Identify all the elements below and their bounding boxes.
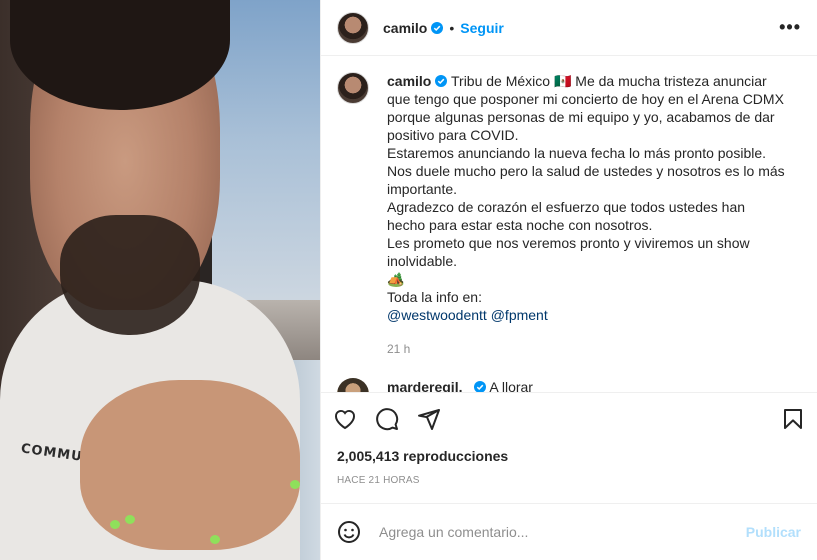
action-bar bbox=[321, 392, 817, 445]
caption-emoji: 🏕️ bbox=[387, 271, 405, 287]
fingernail bbox=[290, 480, 300, 489]
caption-body: camilo Tribu de México 🇲🇽 Me da mucha tr… bbox=[387, 72, 787, 358]
emoji-icon[interactable] bbox=[337, 520, 361, 544]
more-options-icon[interactable]: ••• bbox=[779, 17, 801, 38]
heart-icon[interactable] bbox=[333, 407, 357, 431]
commenter-username[interactable]: marderegil._ bbox=[387, 379, 470, 392]
comments-section[interactable]: camilo Tribu de México 🇲🇽 Me da mucha tr… bbox=[321, 56, 817, 392]
save-icon[interactable] bbox=[781, 407, 805, 431]
comment-body: A llorar bbox=[489, 379, 533, 392]
mention-link[interactable]: @westwoodentt bbox=[387, 307, 487, 323]
comment-input[interactable] bbox=[377, 523, 746, 541]
caption: camilo Tribu de México 🇲🇽 Me da mucha tr… bbox=[337, 72, 801, 358]
caption-line: Nos duele mucho pero la salud de ustedes… bbox=[387, 163, 785, 197]
follow-button[interactable]: Seguir bbox=[460, 20, 504, 36]
publish-button[interactable]: Publicar bbox=[746, 524, 801, 540]
comment-text: marderegil._ A llorar bbox=[387, 378, 533, 392]
caption-line: Estaremos anunciando la nueva fecha lo m… bbox=[387, 145, 767, 161]
person-beard bbox=[60, 215, 200, 335]
header-separator: • bbox=[449, 19, 455, 36]
share-icon[interactable] bbox=[417, 407, 441, 431]
view-count[interactable]: 2,005,413 reproducciones bbox=[321, 445, 817, 467]
comment-composer: Publicar bbox=[321, 503, 817, 560]
verified-badge-icon bbox=[474, 381, 487, 392]
author-username[interactable]: camilo bbox=[383, 20, 427, 36]
caption-username[interactable]: camilo bbox=[387, 73, 431, 89]
caption-line: Tribu de México 🇲🇽 Me da mucha tristeza … bbox=[387, 73, 784, 143]
caption-line: Toda la info en: bbox=[387, 289, 482, 305]
commenter-avatar[interactable] bbox=[337, 378, 369, 392]
fingernail bbox=[110, 520, 120, 529]
comment-item: marderegil._ A llorar bbox=[337, 378, 801, 392]
caption-avatar[interactable] bbox=[337, 72, 369, 104]
comment-icon[interactable] bbox=[375, 407, 399, 431]
posted-timestamp: HACE 21 HORAS bbox=[337, 475, 420, 486]
verified-badge-icon bbox=[431, 21, 444, 34]
video-player[interactable]: COMMUNITY X LA TRIBU bbox=[0, 0, 320, 560]
mention-link[interactable]: @fpment bbox=[491, 307, 548, 323]
post-header: camilo • Seguir ••• bbox=[321, 0, 817, 56]
post-details-panel: camilo • Seguir ••• camilo Tribu de Méxi… bbox=[320, 0, 817, 560]
post-modal: COMMUNITY X LA TRIBU camilo • Seguir •••… bbox=[0, 0, 817, 560]
caption-time[interactable]: 21 h bbox=[387, 340, 787, 358]
verified-badge-icon bbox=[435, 75, 448, 87]
caption-line: Les prometo que nos veremos pronto y viv… bbox=[387, 235, 750, 269]
fingernail bbox=[125, 515, 135, 524]
author-avatar[interactable] bbox=[337, 11, 369, 44]
caption-line: Agradezco de corazón el esfuerzo que tod… bbox=[387, 199, 746, 233]
fingernail bbox=[210, 535, 220, 544]
